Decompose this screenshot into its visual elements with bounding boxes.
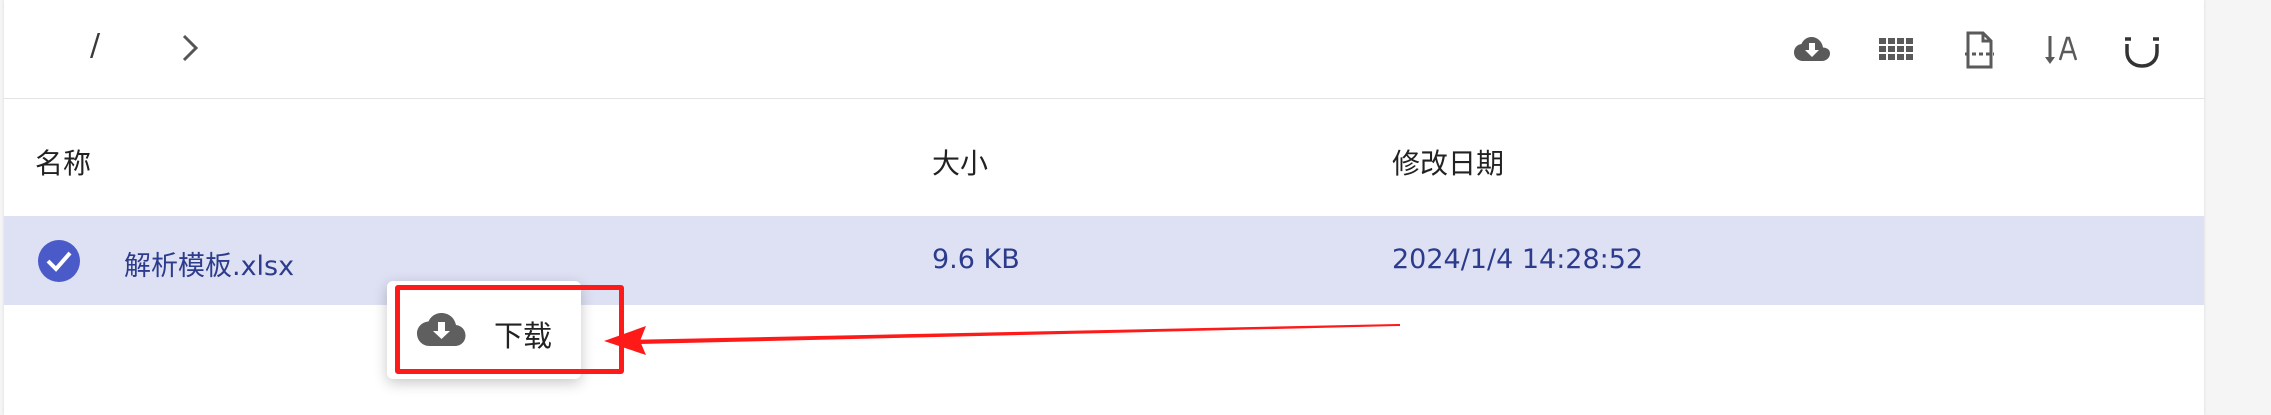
column-header-modified[interactable]: 修改日期: [1392, 142, 1504, 182]
breadcrumb-root[interactable]: /: [90, 28, 100, 63]
select-icon[interactable]: [2122, 30, 2162, 70]
annotation-arrow: [604, 324, 1400, 355]
chevron-right-icon[interactable]: [176, 31, 204, 65]
file-info-icon[interactable]: [1959, 30, 1999, 70]
grid-view-icon[interactable]: [1876, 30, 1916, 70]
file-name[interactable]: 解析模板.xlsx: [124, 244, 294, 283]
file-modified: 2024/1/4 14:28:52: [1392, 244, 1644, 275]
table-header: 名称 大小 修改日期: [4, 98, 2204, 217]
annotation-highlight-box: [395, 285, 624, 374]
column-header-size[interactable]: 大小: [932, 142, 988, 182]
file-size: 9.6 KB: [932, 244, 1020, 275]
cloud-download-icon[interactable]: [1792, 30, 1832, 70]
sort-alpha-icon[interactable]: [2041, 30, 2081, 70]
toolbar: /: [4, 0, 2204, 99]
table-row[interactable]: 解析模板.xlsx 9.6 KB 2024/1/4 14:28:52: [4, 216, 2204, 305]
column-header-name[interactable]: 名称: [35, 142, 91, 182]
checkmark-icon[interactable]: [38, 240, 80, 282]
